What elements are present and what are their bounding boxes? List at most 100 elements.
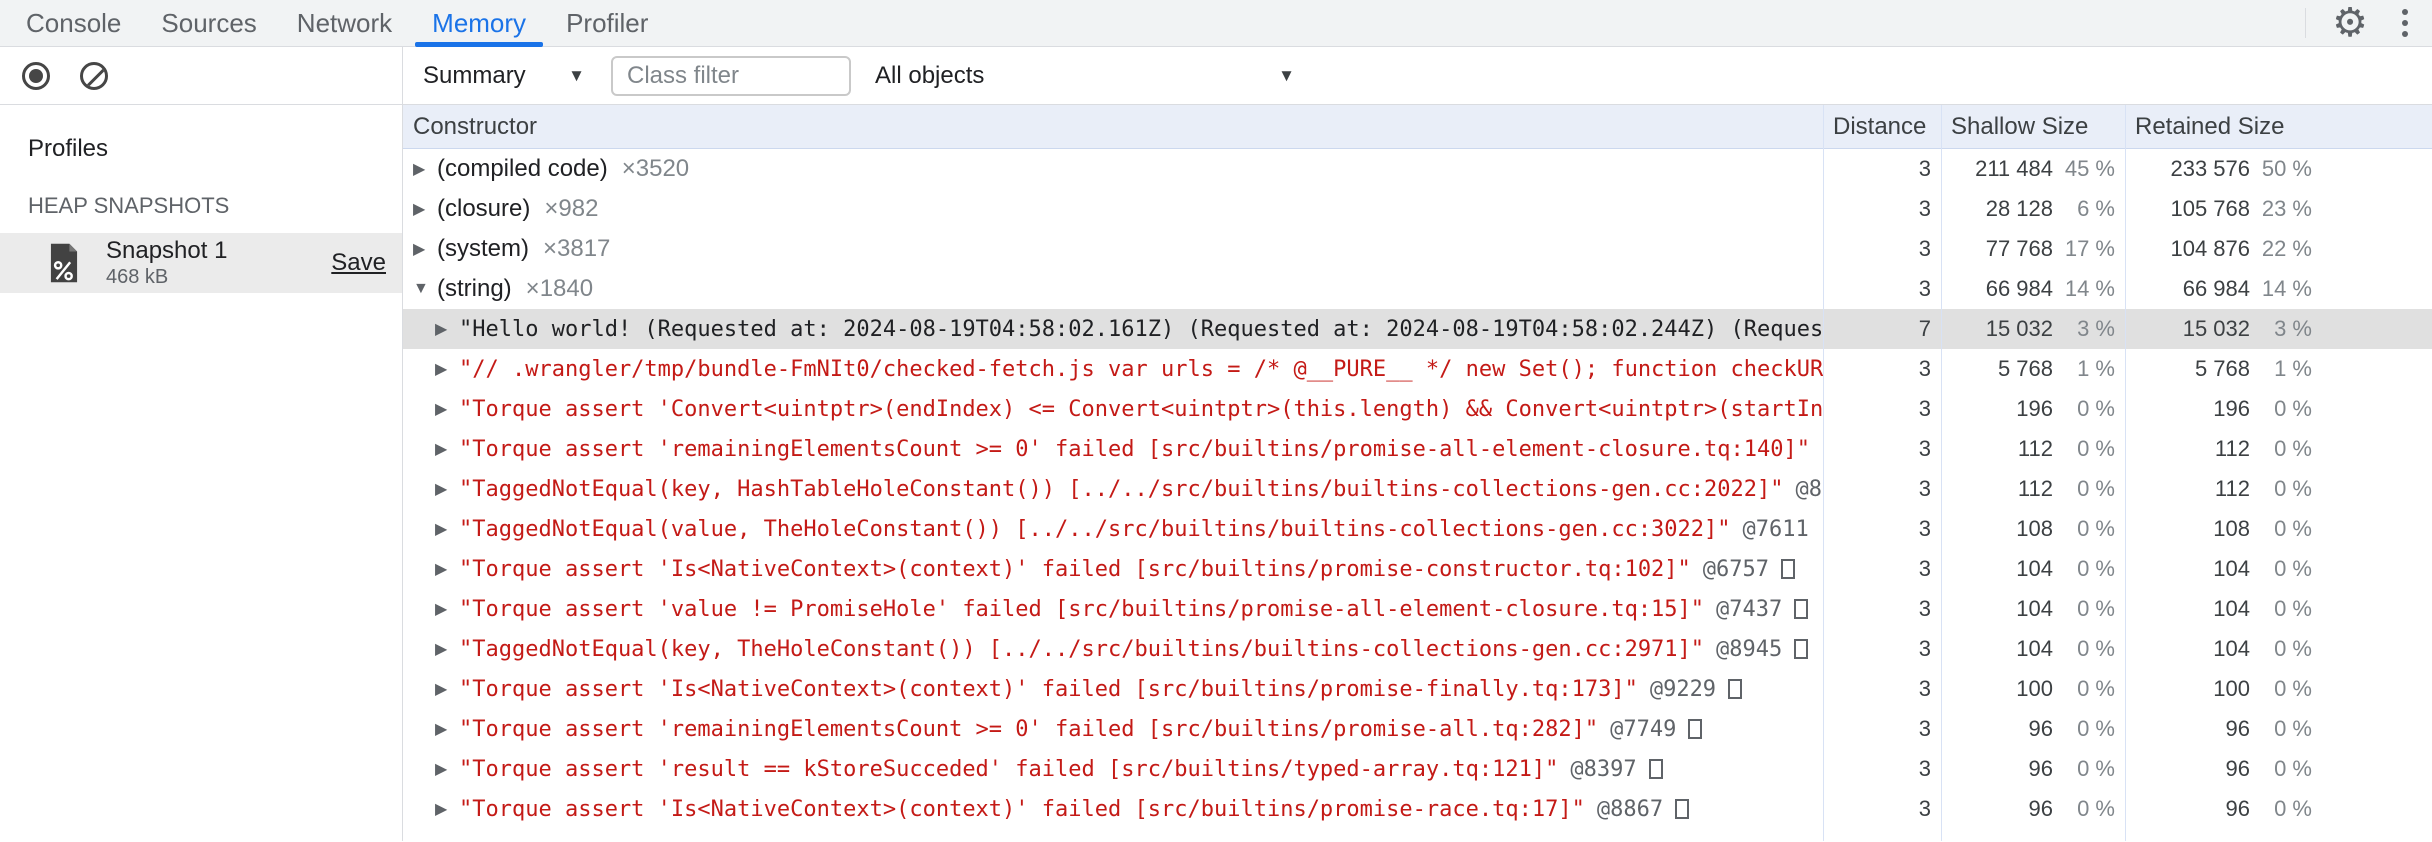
retained-size-percent: 0 % — [2274, 436, 2312, 461]
string-value: "Torque assert 'Is<NativeContext>(contex… — [459, 796, 1585, 822]
heap-string-row[interactable]: ▶ "Torque assert 'Is<NativeContext>(conte… — [403, 669, 2432, 709]
constructor-name: (closure) — [437, 195, 531, 222]
settings-gear-icon[interactable]: ⚙ — [2332, 3, 2368, 43]
heap-group-row[interactable]: ▶ (closure) ×982 3 28 128 6 % 105 768 23 % — [403, 189, 2432, 229]
heap-group-row[interactable]: ▶ (system) ×3817 3 77 768 17 % 104 876 22 % — [403, 229, 2432, 269]
retained-size-percent: 0 % — [2274, 796, 2312, 821]
retained-size-cell: 96 0 % — [2125, 716, 2432, 742]
column-header-retained-size[interactable]: Retained Size — [2125, 113, 2432, 141]
shallow-size-cell: 108 0 % — [1941, 516, 2125, 542]
shallow-size-cell: 66 984 14 % — [1941, 276, 2125, 302]
expand-arrow-icon[interactable]: ▶ — [435, 679, 459, 699]
heap-string-row[interactable]: ▶ "Torque assert 'result == kStoreSuccede… — [403, 749, 2432, 789]
retained-size-cell: 105 768 23 % — [2125, 196, 2432, 222]
expand-arrow-icon[interactable]: ▶ — [435, 799, 459, 819]
heap-string-row[interactable]: ▶ "Torque assert 'Convert<uintptr>(endInd… — [403, 389, 2432, 429]
expand-arrow-icon[interactable]: ▶ — [435, 359, 459, 379]
heap-string-row[interactable]: ▶ "Torque assert 'Is<NativeContext>(conte… — [403, 549, 2432, 589]
expand-arrow-icon[interactable]: ▶ — [435, 399, 459, 419]
shallow-size-percent: 0 % — [2077, 516, 2115, 541]
objects-scope-select[interactable]: All objects ▼ — [875, 62, 1295, 90]
distance-value: 3 — [1918, 516, 1931, 541]
expand-arrow-icon[interactable]: ▶ — [413, 199, 437, 219]
shallow-size-value: 96 — [2028, 796, 2053, 821]
shallow-size-value: 5 768 — [1997, 356, 2053, 381]
sidebar-item-snapshot-1[interactable]: Snapshot 1 468 kB Save — [0, 233, 402, 293]
class-filter-input[interactable] — [611, 55, 851, 96]
retained-size-percent: 14 % — [2261, 276, 2312, 301]
snapshot-save-link[interactable]: Save — [331, 249, 386, 277]
heap-string-row[interactable]: ▶ "Torque assert 'remainingElementsCount … — [403, 429, 2432, 469]
shallow-size-cell: 104 0 % — [1941, 556, 2125, 582]
record-heap-snapshot-icon[interactable] — [22, 61, 50, 90]
heap-string-row[interactable]: ▶ "TaggedNotEqual(key, TheHoleConstant())… — [403, 629, 2432, 669]
expand-arrow-icon[interactable]: ▶ — [435, 319, 459, 339]
heap-string-row[interactable]: ▶ "Hello world! (Requested at: 2024-08-19… — [403, 309, 2432, 349]
distance-value: 3 — [1918, 476, 1931, 501]
shallow-size-cell: 211 484 45 % — [1941, 156, 2125, 182]
expand-arrow-icon[interactable]: ▶ — [435, 439, 459, 459]
retained-size-cell: 108 0 % — [2125, 516, 2432, 542]
shallow-size-percent: 45 % — [2064, 156, 2115, 181]
expand-arrow-icon[interactable]: ▶ — [435, 639, 459, 659]
retained-size-percent: 22 % — [2261, 236, 2312, 261]
expand-arrow-icon[interactable]: ▶ — [435, 559, 459, 579]
tab-sources[interactable]: Sources — [141, 0, 276, 46]
retained-size-percent: 0 % — [2274, 596, 2312, 621]
shallow-size-value: 96 — [2028, 716, 2053, 741]
retained-size-value: 96 — [2225, 716, 2250, 741]
clear-profiles-icon[interactable] — [80, 61, 108, 90]
retained-size-value: 96 — [2225, 796, 2250, 821]
shallow-size-percent: 0 % — [2077, 676, 2115, 701]
constructor-cell: ▶ "Hello world! (Requested at: 2024-08-19… — [403, 317, 1823, 342]
expand-arrow-icon[interactable]: ▶ — [413, 159, 437, 179]
heap-string-row[interactable]: ▶ "Torque assert 'Is<NativeContext>(conte… — [403, 789, 2432, 829]
heap-string-row[interactable]: ▶ "Torque assert 'value != PromiseHole' f… — [403, 589, 2432, 629]
column-header-constructor[interactable]: Constructor — [403, 113, 1823, 141]
collapse-arrow-icon[interactable]: ▼ — [413, 280, 437, 298]
distance-value: 3 — [1918, 756, 1931, 781]
heap-string-row[interactable]: ▶ "TaggedNotEqual(value, TheHoleConstant(… — [403, 509, 2432, 549]
memory-toolbar: Summary ▼ All objects ▼ — [0, 47, 2432, 105]
heap-group-row[interactable]: ▶ (compiled code) ×3520 3 211 484 45 % 233 576… — [403, 149, 2432, 189]
expand-arrow-icon[interactable]: ▶ — [435, 519, 459, 539]
object-id: @8867 — [1596, 796, 1664, 822]
shallow-size-value: 77 768 — [1985, 236, 2053, 261]
expand-arrow-icon[interactable]: ▶ — [413, 239, 437, 259]
retained-size-cell: 112 0 % — [2125, 476, 2432, 502]
more-options-kebab-icon[interactable] — [2394, 5, 2416, 41]
tab-console[interactable]: Console — [6, 0, 141, 46]
expand-arrow-icon[interactable]: ▶ — [435, 719, 459, 739]
profiles-heading: Profiles — [28, 135, 109, 162]
retained-size-percent: 0 % — [2274, 636, 2312, 661]
string-value: "Torque assert 'Is<NativeContext>(contex… — [459, 556, 1691, 582]
retained-size-cell: 104 0 % — [2125, 596, 2432, 622]
distance-cell: 7 — [1823, 316, 1941, 342]
retained-size-percent: 0 % — [2274, 756, 2312, 781]
shallow-size-value: 104 — [2016, 596, 2053, 621]
shallow-size-value: 28 128 — [1985, 196, 2053, 221]
expand-arrow-icon[interactable]: ▶ — [435, 759, 459, 779]
tab-memory[interactable]: Memory — [412, 0, 546, 47]
object-box-icon — [1728, 679, 1743, 699]
string-value: "Torque assert 'Convert<uintptr>(endInde… — [459, 396, 1823, 422]
perspective-select[interactable]: Summary ▼ — [423, 62, 585, 90]
tabbar-right-controls: ⚙ — [2305, 0, 2416, 46]
heap-string-row[interactable]: ▶ "Torque assert 'remainingElementsCount … — [403, 709, 2432, 749]
column-header-distance[interactable]: Distance — [1823, 113, 1941, 141]
shallow-size-value: 196 — [2016, 396, 2053, 421]
retained-size-percent: 0 % — [2274, 396, 2312, 421]
heap-string-row[interactable]: ▶ "// .wrangler/tmp/bundle-FmNIt0/checked… — [403, 349, 2432, 389]
constructor-name: (string) — [437, 275, 512, 302]
expand-arrow-icon[interactable]: ▶ — [435, 599, 459, 619]
column-header-shallow-size[interactable]: Shallow Size — [1941, 113, 2125, 141]
expand-arrow-icon[interactable]: ▶ — [435, 479, 459, 499]
heap-group-row[interactable]: ▼ (string) ×1840 3 66 984 14 % 66 984 14 % — [403, 269, 2432, 309]
tab-profiler[interactable]: Profiler — [546, 0, 668, 46]
distance-cell: 3 — [1823, 716, 1941, 742]
retained-size-value: 233 576 — [2170, 156, 2250, 181]
shallow-size-cell: 112 0 % — [1941, 476, 2125, 502]
heap-string-row[interactable]: ▶ "TaggedNotEqual(key, HashTableHoleConst… — [403, 469, 2432, 509]
tab-network[interactable]: Network — [277, 0, 412, 46]
object-id: @7749 — [1610, 716, 1677, 742]
